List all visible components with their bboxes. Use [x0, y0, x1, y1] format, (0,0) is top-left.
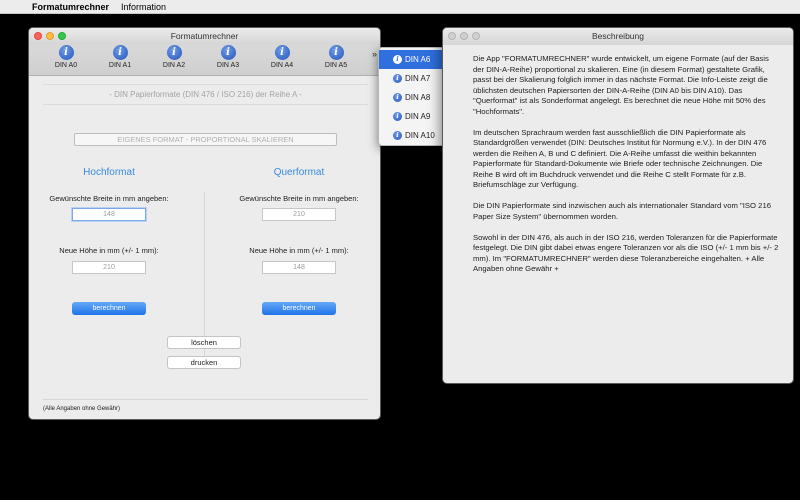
main-content: - DIN Papierformate (DIN 476 / ISO 216) … [29, 76, 380, 419]
quer-width-label: Gewünschte Breite in mm angeben: [239, 194, 359, 203]
info-icon: i [393, 112, 402, 121]
menu-item-din-a9[interactable]: i DIN A9 [379, 107, 445, 126]
zoom-button[interactable] [472, 32, 480, 40]
minimize-button[interactable] [46, 32, 54, 40]
main-window: Formatumrechner i DIN A0 i DIN A1 i DIN A2 … [28, 27, 381, 420]
menu-item-label: DIN A6 [405, 55, 431, 64]
toolbar-label: DIN A0 [54, 62, 78, 69]
info-icon: i [393, 55, 402, 64]
toolbar-din-a4[interactable]: i DIN A4 [255, 45, 309, 69]
toolbar-label: DIN A2 [162, 62, 186, 69]
window-title: Formatumrechner [170, 31, 239, 41]
hoch-calculate-button[interactable]: berechnen [72, 302, 146, 315]
toolbar-din-a3[interactable]: i DIN A3 [201, 45, 255, 69]
zoom-button[interactable] [58, 32, 66, 40]
menu-item-label: DIN A7 [405, 74, 431, 83]
custom-format-button[interactable]: EIGENES FORMAT - PROPORTIONAL SKALIEREN [74, 133, 337, 146]
toolbar-label: DIN A4 [270, 62, 294, 69]
info-icon: i [393, 93, 402, 102]
menu-item-din-a7[interactable]: i DIN A7 [379, 69, 445, 88]
description-text: Die App "FORMATUMRECHNER" wurde entwicke… [443, 45, 793, 275]
menu-item-label: DIN A9 [405, 112, 431, 121]
info-icon: i [166, 45, 182, 60]
hochformat-heading: Hochformat [83, 167, 135, 178]
toolbar-label: DIN A5 [324, 62, 348, 69]
description-window: Beschreibung Die App "FORMATUMRECHNER" w… [442, 27, 794, 384]
menu-item-label: DIN A8 [405, 93, 431, 102]
description-paragraph: Die App "FORMATUMRECHNER" wurde entwicke… [473, 54, 769, 116]
info-icon: i [328, 45, 344, 60]
description-paragraph: Sowohl in der DIN 476, als auch in der I… [473, 232, 779, 274]
close-button[interactable] [448, 32, 456, 40]
print-button[interactable]: drucken [167, 356, 241, 369]
quer-calculate-button[interactable]: berechnen [262, 302, 336, 315]
toolbar-label: DIN A1 [108, 62, 132, 69]
toolbar-din-a2[interactable]: i DIN A2 [147, 45, 201, 69]
toolbar-overflow-button[interactable]: » [372, 49, 377, 59]
menu-bar: Formatumrechner Information [0, 0, 800, 14]
main-titlebar: Formatumrechner [29, 28, 380, 45]
menu-item-din-a8[interactable]: i DIN A8 [379, 88, 445, 107]
hoch-height-label: Neue Höhe in mm (+/- 1 mm): [59, 246, 159, 255]
info-icon: i [220, 45, 236, 60]
menu-app-name[interactable]: Formatumrechner [32, 2, 109, 12]
toolbar-din-a1[interactable]: i DIN A1 [93, 45, 147, 69]
menu-item-din-a10[interactable]: i DIN A10 [379, 126, 445, 145]
querformat-heading: Querformat [273, 167, 325, 178]
hoch-height-output[interactable]: 210 [72, 261, 146, 274]
hoch-width-label: Gewünschte Breite in mm angeben: [49, 194, 169, 203]
toolbar-din-a0[interactable]: i DIN A0 [39, 45, 93, 69]
hoch-width-input[interactable]: 148 [72, 208, 146, 221]
minimize-button[interactable] [460, 32, 468, 40]
footer-divider [43, 399, 368, 400]
menu-item-din-a6[interactable]: i DIN A6 [379, 50, 445, 69]
description-titlebar: Beschreibung [443, 28, 793, 45]
toolbar-din-a5[interactable]: i DIN A5 [309, 45, 363, 69]
section-title: - DIN Papierformate (DIN 476 / ISO 216) … [43, 84, 368, 105]
toolbar: i DIN A0 i DIN A1 i DIN A2 i DIN A3 i DIN A4 … [29, 45, 380, 76]
info-icon: i [112, 45, 128, 60]
toolbar-overflow-menu: i DIN A6 i DIN A7 i DIN A8 i DIN A9 i DIN A10 [378, 47, 446, 146]
quer-height-output[interactable]: 148 [262, 261, 336, 274]
menu-information[interactable]: Information [121, 2, 166, 12]
footer-note: (Alle Angaben ohne Gewähr) [43, 406, 121, 412]
description-paragraph: Die DIN Papierformate sind inzwischen au… [473, 201, 771, 221]
info-icon: i [58, 45, 74, 60]
close-button[interactable] [34, 32, 42, 40]
description-paragraph: Im deutschen Sprachraum werden fast auss… [473, 127, 767, 190]
description-title: Beschreibung [592, 31, 644, 41]
info-icon: i [274, 45, 290, 60]
info-icon: i [393, 131, 402, 140]
toolbar-label: DIN A3 [216, 62, 240, 69]
quer-height-label: Neue Höhe in mm (+/- 1 mm): [249, 246, 349, 255]
column-divider [204, 192, 205, 358]
info-icon: i [393, 74, 402, 83]
menu-item-label: DIN A10 [405, 131, 435, 140]
clear-button[interactable]: löschen [167, 336, 241, 349]
quer-width-input[interactable]: 210 [262, 208, 336, 221]
